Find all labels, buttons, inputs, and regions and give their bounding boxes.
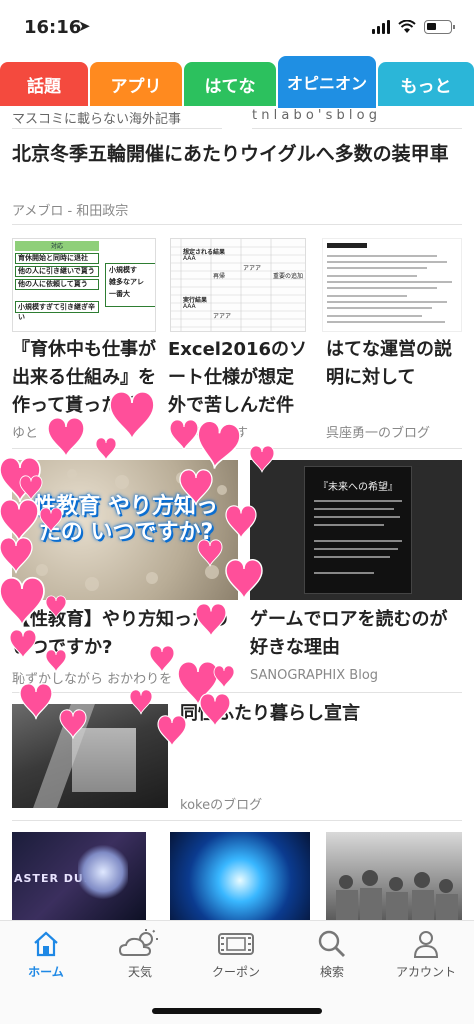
article-thumbnail[interactable]: 『未来への希望』 (250, 460, 462, 600)
signal-icon (372, 20, 390, 34)
article-thumbnail[interactable] (322, 238, 462, 332)
document-image (327, 243, 452, 323)
wifi-icon (398, 20, 416, 33)
search-icon (318, 930, 345, 957)
article-thumbnail[interactable]: 性教育 やり方知ったの いつですか? (12, 460, 238, 600)
nav-home[interactable]: ホーム (6, 929, 86, 985)
coupon-icon (218, 933, 254, 955)
tab-hatena[interactable]: はてな (184, 62, 276, 106)
article-title[interactable]: 【性教育】やり方知ったのいつですか? (12, 606, 238, 662)
faded-article-title[interactable]: t n l a b o ' s b l o g (252, 108, 462, 128)
article-title[interactable]: Excel2016のソート仕様が想定外で苦しんだ件 (168, 336, 308, 420)
status-icons (372, 20, 455, 34)
tab-apps[interactable]: アプリ (90, 62, 182, 106)
account-icon (413, 931, 439, 958)
lead-article-title[interactable]: 北京冬季五輪開催にあたりウイグルへ多数の装甲車 (12, 140, 452, 168)
article-source: 呉座勇一のブログ (326, 426, 431, 441)
location-arrow-icon: ➤ (78, 17, 91, 35)
article-source: ゆと (12, 426, 39, 441)
article-title[interactable]: 『育休中も仕事が出来る仕組み』を作って貰った話 (12, 336, 162, 420)
nav-search[interactable]: 検索 (292, 929, 372, 985)
tab-opinion[interactable]: オピニオン (278, 56, 376, 108)
lead-article-source: アメブロ - 和田政宗 (12, 204, 129, 219)
nav-coupon[interactable]: クーポン (196, 929, 276, 985)
article-title[interactable]: 同性ふたり暮らし宣言 (180, 700, 460, 728)
article-source: まなめはうす (170, 426, 249, 441)
nav-weather[interactable]: 天気 (100, 929, 180, 985)
home-indicator (152, 1008, 322, 1014)
article-thumbnail[interactable] (326, 832, 462, 920)
status-bar: 16:16 ➤ (0, 0, 474, 56)
article-title[interactable]: はてな運営の説明に対して (326, 336, 462, 392)
tab-topics[interactable]: 話題 (0, 62, 88, 106)
home-icon (34, 931, 58, 957)
crowd-image (336, 870, 458, 920)
article-thumbnail[interactable]: 対応 育休開始と同時に退社 他の人に引き継いで貰う 他の人に依頼して貰う 小規模… (12, 238, 156, 332)
article-source: SANOGRAPHIX Blog (250, 668, 379, 683)
nav-account[interactable]: アカウント (386, 929, 466, 985)
article-source: kokeのブログ (180, 798, 263, 813)
weather-icon (118, 929, 158, 956)
faded-article-title[interactable]: マスコミに載らない海外記事 (12, 108, 222, 128)
article-thumbnail[interactable] (170, 832, 310, 920)
status-time: 16:16 (24, 17, 82, 38)
battery-icon (424, 20, 455, 34)
article-source: 恥ずかしながら おかわりを (12, 672, 173, 687)
article-thumbnail[interactable]: ASTER DUEL (12, 832, 146, 920)
article-thumbnail[interactable]: 想定される結果 AAA アアア 再帰 重要の追加 実行結果 AAA アアア (170, 238, 306, 332)
tab-more[interactable]: もっと (378, 62, 474, 106)
article-thumbnail[interactable] (12, 704, 168, 808)
category-tabs: 話題 アプリ はてな オピニオン もっと (0, 56, 474, 108)
article-title[interactable]: ゲームでロアを読むのが好きな理由 (250, 606, 462, 662)
article-feed[interactable]: マスコミに載らない海外記事 t n l a b o ' s b l o g 北京… (0, 108, 474, 920)
